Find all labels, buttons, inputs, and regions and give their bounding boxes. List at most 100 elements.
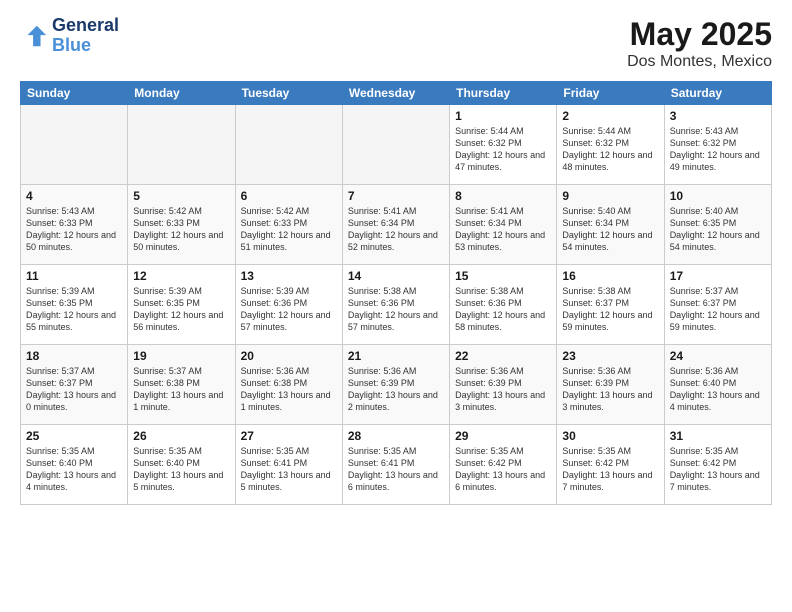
calendar-cell: 31 Sunrise: 5:35 AMSunset: 6:42 PMDayligh… xyxy=(664,425,771,505)
day-number: 25 xyxy=(26,429,122,443)
day-info: Sunrise: 5:35 AMSunset: 6:41 PMDaylight:… xyxy=(241,445,337,494)
day-info: Sunrise: 5:40 AMSunset: 6:34 PMDaylight:… xyxy=(562,205,658,254)
day-info: Sunrise: 5:40 AMSunset: 6:35 PMDaylight:… xyxy=(670,205,766,254)
calendar-week-4: 18 Sunrise: 5:37 AMSunset: 6:37 PMDayligh… xyxy=(21,345,772,425)
calendar-cell: 15 Sunrise: 5:38 AMSunset: 6:36 PMDayligh… xyxy=(450,265,557,345)
day-number: 1 xyxy=(455,109,551,123)
calendar-cell: 3 Sunrise: 5:43 AMSunset: 6:32 PMDaylight… xyxy=(664,105,771,185)
day-number: 16 xyxy=(562,269,658,283)
day-info: Sunrise: 5:39 AMSunset: 6:35 PMDaylight:… xyxy=(133,285,229,334)
calendar-cell: 21Sunrise: 5:36 AMSunset: 6:39 PMDayligh… xyxy=(342,345,449,425)
day-info: Sunrise: 5:42 AMSunset: 6:33 PMDaylight:… xyxy=(241,205,337,254)
day-number: 24 xyxy=(670,349,766,363)
day-info: Sunrise: 5:36 AMSunset: 6:40 PMDaylight:… xyxy=(670,365,766,414)
day-info: Sunrise: 5:35 AMSunset: 6:40 PMDaylight:… xyxy=(133,445,229,494)
day-number: 12 xyxy=(133,269,229,283)
day-number: 31 xyxy=(670,429,766,443)
day-info: Sunrise: 5:42 AMSunset: 6:33 PMDaylight:… xyxy=(133,205,229,254)
day-number: 15 xyxy=(455,269,551,283)
day-number: 3 xyxy=(670,109,766,123)
weekday-header-friday: Friday xyxy=(557,82,664,105)
calendar-cell: 17 Sunrise: 5:37 AMSunset: 6:37 PMDayligh… xyxy=(664,265,771,345)
day-info: Sunrise: 5:39 AMSunset: 6:36 PMDaylight:… xyxy=(241,285,337,334)
logo-text: General Blue xyxy=(52,16,119,56)
day-info: Sunrise: 5:35 AMSunset: 6:42 PMDaylight:… xyxy=(562,445,658,494)
day-number: 27 xyxy=(241,429,337,443)
day-info: Sunrise: 5:43 AMSunset: 6:33 PMDaylight:… xyxy=(26,205,122,254)
calendar-cell: 18 Sunrise: 5:37 AMSunset: 6:37 PMDayligh… xyxy=(21,345,128,425)
subtitle: Dos Montes, Mexico xyxy=(627,53,772,71)
calendar-cell: 7Sunrise: 5:41 AMSunset: 6:34 PMDaylight… xyxy=(342,185,449,265)
day-info: Sunrise: 5:35 AMSunset: 6:42 PMDaylight:… xyxy=(455,445,551,494)
day-number: 9 xyxy=(562,189,658,203)
calendar-cell xyxy=(128,105,235,185)
day-info: Sunrise: 5:39 AMSunset: 6:35 PMDaylight:… xyxy=(26,285,122,334)
calendar-cell xyxy=(21,105,128,185)
main-title: May 2025 xyxy=(627,16,772,53)
day-number: 14 xyxy=(348,269,444,283)
day-number: 4 xyxy=(26,189,122,203)
day-number: 10 xyxy=(670,189,766,203)
header: General Blue May 2025 Dos Montes, Mexico xyxy=(20,16,772,71)
calendar-cell: 13 Sunrise: 5:39 AMSunset: 6:36 PMDayligh… xyxy=(235,265,342,345)
day-info: Sunrise: 5:36 AMSunset: 6:39 PMDaylight:… xyxy=(348,365,444,414)
weekday-header-tuesday: Tuesday xyxy=(235,82,342,105)
day-number: 29 xyxy=(455,429,551,443)
calendar-cell: 1Sunrise: 5:44 AMSunset: 6:32 PMDaylight… xyxy=(450,105,557,185)
weekday-header-monday: Monday xyxy=(128,82,235,105)
day-number: 30 xyxy=(562,429,658,443)
day-number: 18 xyxy=(26,349,122,363)
calendar-cell xyxy=(342,105,449,185)
calendar-cell: 19Sunrise: 5:37 AMSunset: 6:38 PMDayligh… xyxy=(128,345,235,425)
weekday-header-row: SundayMondayTuesdayWednesdayThursdayFrid… xyxy=(21,82,772,105)
day-number: 5 xyxy=(133,189,229,203)
weekday-header-sunday: Sunday xyxy=(21,82,128,105)
weekday-header-wednesday: Wednesday xyxy=(342,82,449,105)
day-info: Sunrise: 5:37 AMSunset: 6:37 PMDaylight:… xyxy=(26,365,122,414)
day-info: Sunrise: 5:35 AMSunset: 6:42 PMDaylight:… xyxy=(670,445,766,494)
calendar-cell: 28Sunrise: 5:35 AMSunset: 6:41 PMDayligh… xyxy=(342,425,449,505)
calendar-week-1: 1 Sunrise: 5:44 AMSunset: 6:32 PMDaylight… xyxy=(21,105,772,185)
day-info: Sunrise: 5:36 AMSunset: 6:38 PMDaylight:… xyxy=(241,365,337,414)
calendar-week-5: 25 Sunrise: 5:35 AMSunset: 6:40 PMDayligh… xyxy=(21,425,772,505)
weekday-header-thursday: Thursday xyxy=(450,82,557,105)
day-number: 6 xyxy=(241,189,337,203)
calendar-cell: 9 Sunrise: 5:40 AMSunset: 6:34 PMDaylight… xyxy=(557,185,664,265)
title-block: May 2025 Dos Montes, Mexico xyxy=(627,16,772,71)
day-info: Sunrise: 5:43 AMSunset: 6:32 PMDaylight:… xyxy=(670,125,766,174)
day-info: Sunrise: 5:38 AMSunset: 6:36 PMDaylight:… xyxy=(348,285,444,334)
day-info: Sunrise: 5:35 AMSunset: 6:40 PMDaylight:… xyxy=(26,445,122,494)
day-number: 13 xyxy=(241,269,337,283)
calendar-table: SundayMondayTuesdayWednesdayThursdayFrid… xyxy=(20,81,772,505)
calendar-cell: 26 Sunrise: 5:35 AMSunset: 6:40 PMDayligh… xyxy=(128,425,235,505)
day-info: Sunrise: 5:35 AMSunset: 6:41 PMDaylight:… xyxy=(348,445,444,494)
calendar-cell: 29 Sunrise: 5:35 AMSunset: 6:42 PMDayligh… xyxy=(450,425,557,505)
calendar-cell: 14 Sunrise: 5:38 AMSunset: 6:36 PMDayligh… xyxy=(342,265,449,345)
calendar-cell: 12 Sunrise: 5:39 AMSunset: 6:35 PMDayligh… xyxy=(128,265,235,345)
calendar-cell: 4 Sunrise: 5:43 AMSunset: 6:33 PMDaylight… xyxy=(21,185,128,265)
calendar-cell: 8Sunrise: 5:41 AMSunset: 6:34 PMDaylight… xyxy=(450,185,557,265)
calendar-cell: 24 Sunrise: 5:36 AMSunset: 6:40 PMDayligh… xyxy=(664,345,771,425)
calendar-cell: 30 Sunrise: 5:35 AMSunset: 6:42 PMDayligh… xyxy=(557,425,664,505)
calendar-cell: 25 Sunrise: 5:35 AMSunset: 6:40 PMDayligh… xyxy=(21,425,128,505)
day-info: Sunrise: 5:41 AMSunset: 6:34 PMDaylight:… xyxy=(455,205,551,254)
day-number: 26 xyxy=(133,429,229,443)
calendar-cell: 10 Sunrise: 5:40 AMSunset: 6:35 PMDayligh… xyxy=(664,185,771,265)
calendar-week-3: 11Sunrise: 5:39 AMSunset: 6:35 PMDayligh… xyxy=(21,265,772,345)
calendar-cell: 27 Sunrise: 5:35 AMSunset: 6:41 PMDayligh… xyxy=(235,425,342,505)
calendar-cell: 11Sunrise: 5:39 AMSunset: 6:35 PMDayligh… xyxy=(21,265,128,345)
weekday-header-saturday: Saturday xyxy=(664,82,771,105)
day-number: 17 xyxy=(670,269,766,283)
logo-icon xyxy=(20,22,48,50)
calendar-cell: 20Sunrise: 5:36 AMSunset: 6:38 PMDayligh… xyxy=(235,345,342,425)
day-info: Sunrise: 5:38 AMSunset: 6:36 PMDaylight:… xyxy=(455,285,551,334)
day-info: Sunrise: 5:38 AMSunset: 6:37 PMDaylight:… xyxy=(562,285,658,334)
calendar-cell: 6 Sunrise: 5:42 AMSunset: 6:33 PMDaylight… xyxy=(235,185,342,265)
day-info: Sunrise: 5:44 AMSunset: 6:32 PMDaylight:… xyxy=(562,125,658,174)
day-info: Sunrise: 5:36 AMSunset: 6:39 PMDaylight:… xyxy=(455,365,551,414)
day-number: 7 xyxy=(348,189,444,203)
page: General Blue May 2025 Dos Montes, Mexico… xyxy=(0,0,792,612)
calendar-cell: 22Sunrise: 5:36 AMSunset: 6:39 PMDayligh… xyxy=(450,345,557,425)
day-info: Sunrise: 5:37 AMSunset: 6:37 PMDaylight:… xyxy=(670,285,766,334)
calendar-cell: 23Sunrise: 5:36 AMSunset: 6:39 PMDayligh… xyxy=(557,345,664,425)
